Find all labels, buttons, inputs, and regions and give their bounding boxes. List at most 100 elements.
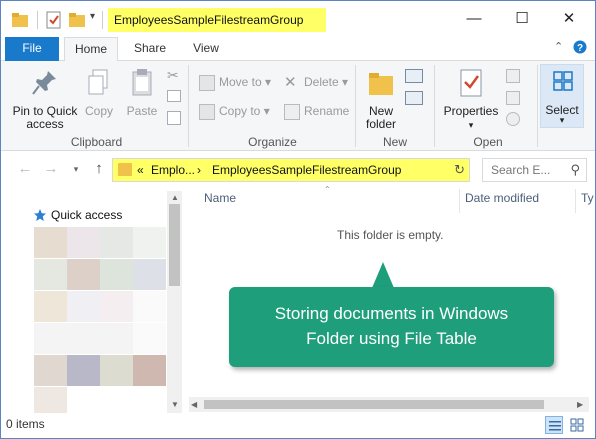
tab-file[interactable]: File [5, 37, 59, 61]
ribbon-expand-chevron-icon[interactable]: ⌃ [554, 40, 563, 53]
ribbon-tabs: File Home Share View ⌃ ? [1, 37, 595, 62]
paste-label: Paste [126, 104, 158, 118]
blurred-nav-item [34, 323, 67, 354]
properties-button[interactable]: Properties ▾ [442, 67, 500, 132]
breadcrumb-separator[interactable]: › [197, 163, 201, 177]
scroll-down-arrow-icon[interactable]: ▼ [171, 400, 179, 409]
blurred-nav-item [67, 259, 100, 290]
svg-text:?: ? [577, 43, 583, 54]
properties-icon [460, 69, 482, 97]
properties-label: Properties [443, 104, 499, 118]
new-folder-icon[interactable] [68, 10, 86, 30]
scroll-right-arrow-icon[interactable]: ▶ [577, 400, 583, 409]
help-icon[interactable]: ? [573, 40, 587, 54]
new-folder-button[interactable]: New folder [361, 67, 401, 131]
paste-icon [132, 69, 152, 96]
blurred-nav-item [133, 355, 166, 386]
blurred-nav-item [100, 355, 133, 386]
annotation-callout: Storing documents in Windows Folder usin… [229, 287, 554, 367]
scroll-left-arrow-icon[interactable]: ◀ [191, 400, 197, 409]
window-title: EmployeesSampleFilestreamGroup [114, 13, 304, 27]
content-scroll-thumb[interactable] [204, 400, 544, 409]
forward-arrow-icon[interactable]: → [42, 160, 60, 178]
ribbon: Pin to Quick access Copy Paste ✂ Clipboa… [1, 61, 595, 151]
tab-home[interactable]: Home [64, 37, 118, 62]
up-arrow-icon[interactable]: ↑ [90, 160, 108, 178]
quick-access-star-icon [34, 209, 46, 221]
new-item-icon[interactable] [405, 69, 423, 83]
blurred-nav-item [67, 355, 100, 386]
copy-to-button[interactable]: Copy to ▾ [199, 101, 270, 121]
move-to-icon [199, 74, 215, 91]
details-view-icon[interactable] [545, 416, 563, 434]
new-group-label: New [382, 135, 407, 149]
copy-to-icon [199, 103, 215, 120]
empty-folder-message: This folder is empty. [337, 228, 444, 242]
column-separator[interactable] [459, 189, 460, 213]
properties-check-icon[interactable] [46, 10, 62, 30]
easy-access-icon[interactable] [405, 91, 423, 105]
refresh-icon[interactable]: ↻ [454, 162, 465, 178]
blurred-nav-item [100, 291, 133, 322]
group-separator [434, 65, 435, 147]
delete-button[interactable]: ✕ Delete ▾ [284, 72, 348, 92]
column-header-name[interactable]: Name [204, 191, 236, 205]
recent-locations-chevron-icon[interactable]: ▾ [67, 160, 85, 178]
nav-pane-scroll-thumb[interactable] [169, 204, 180, 286]
open-item-icon[interactable] [506, 69, 520, 83]
search-input[interactable]: Search E... [491, 163, 550, 177]
minimize-button[interactable]: — [464, 9, 484, 29]
tab-view[interactable]: View [181, 37, 231, 61]
breadcrumb-item-current[interactable]: EmployeesSampleFilestreamGroup [212, 163, 401, 177]
cut-icon[interactable]: ✂ [167, 67, 179, 84]
maximize-button[interactable]: ☐ [512, 9, 532, 29]
title-bar: ▾ EmployeesSampleFilestreamGroup — ☐ ✕ [1, 1, 595, 37]
breadcrumb-item-parent[interactable]: Emplo... [151, 163, 195, 177]
paste-shortcut-icon[interactable] [167, 111, 181, 125]
column-header-type[interactable]: Ty [581, 191, 594, 205]
paste-button[interactable]: Paste [124, 67, 160, 118]
folder-icon[interactable] [11, 10, 29, 30]
breadcrumb-overflow-chevron[interactable]: « [137, 163, 144, 177]
copy-icon [88, 69, 108, 95]
rename-button[interactable]: Rename [284, 101, 349, 121]
history-item-icon[interactable] [506, 112, 520, 126]
open-group-label: Open [473, 135, 503, 149]
column-separator[interactable] [575, 189, 576, 213]
pin-to-quick-access-button[interactable]: Pin to Quick access [9, 67, 81, 131]
select-button[interactable]: Select ▾ [540, 64, 584, 128]
blurred-nav-item [100, 323, 133, 354]
back-arrow-icon[interactable]: ← [16, 160, 34, 178]
customize-toolbar-chevron-icon[interactable]: ▾ [90, 11, 95, 31]
blurred-nav-item [100, 259, 133, 290]
search-box[interactable]: Search E... ⚲ [482, 158, 587, 182]
address-bar[interactable]: « Emplo... › EmployeesSampleFilestreamGr… [112, 158, 470, 182]
group-separator [188, 65, 189, 147]
copy-label: Copy [84, 104, 113, 118]
pin-icon [32, 71, 56, 95]
edit-item-icon[interactable] [506, 91, 520, 105]
copy-path-icon[interactable] [167, 90, 181, 102]
quick-access-item[interactable]: Quick access [51, 208, 122, 222]
move-to-button[interactable]: Move to ▾ [199, 72, 271, 92]
close-button[interactable]: ✕ [559, 9, 579, 29]
group-separator [355, 65, 356, 147]
new-folder-label: New folder [365, 104, 397, 131]
select-dropdown-icon: ▾ [559, 115, 565, 125]
blurred-nav-item [100, 227, 133, 258]
callout-text: Storing documents in Windows Folder usin… [229, 301, 554, 351]
delete-label: Delete [304, 75, 339, 89]
title-separator [37, 11, 38, 29]
tab-share[interactable]: Share [125, 37, 175, 61]
blurred-nav-item [34, 259, 67, 290]
large-icons-view-icon[interactable] [568, 416, 586, 434]
blurred-nav-item [67, 323, 100, 354]
copy-button[interactable]: Copy [83, 67, 115, 118]
scroll-up-arrow-icon[interactable]: ▲ [171, 193, 179, 202]
callout-pointer [372, 262, 394, 288]
blurred-nav-item [34, 227, 67, 258]
status-bar: 0 items [1, 413, 595, 438]
column-header-date-modified[interactable]: Date modified [465, 191, 539, 205]
clipboard-group-label: Clipboard [70, 135, 123, 149]
blurred-nav-item [133, 227, 166, 258]
